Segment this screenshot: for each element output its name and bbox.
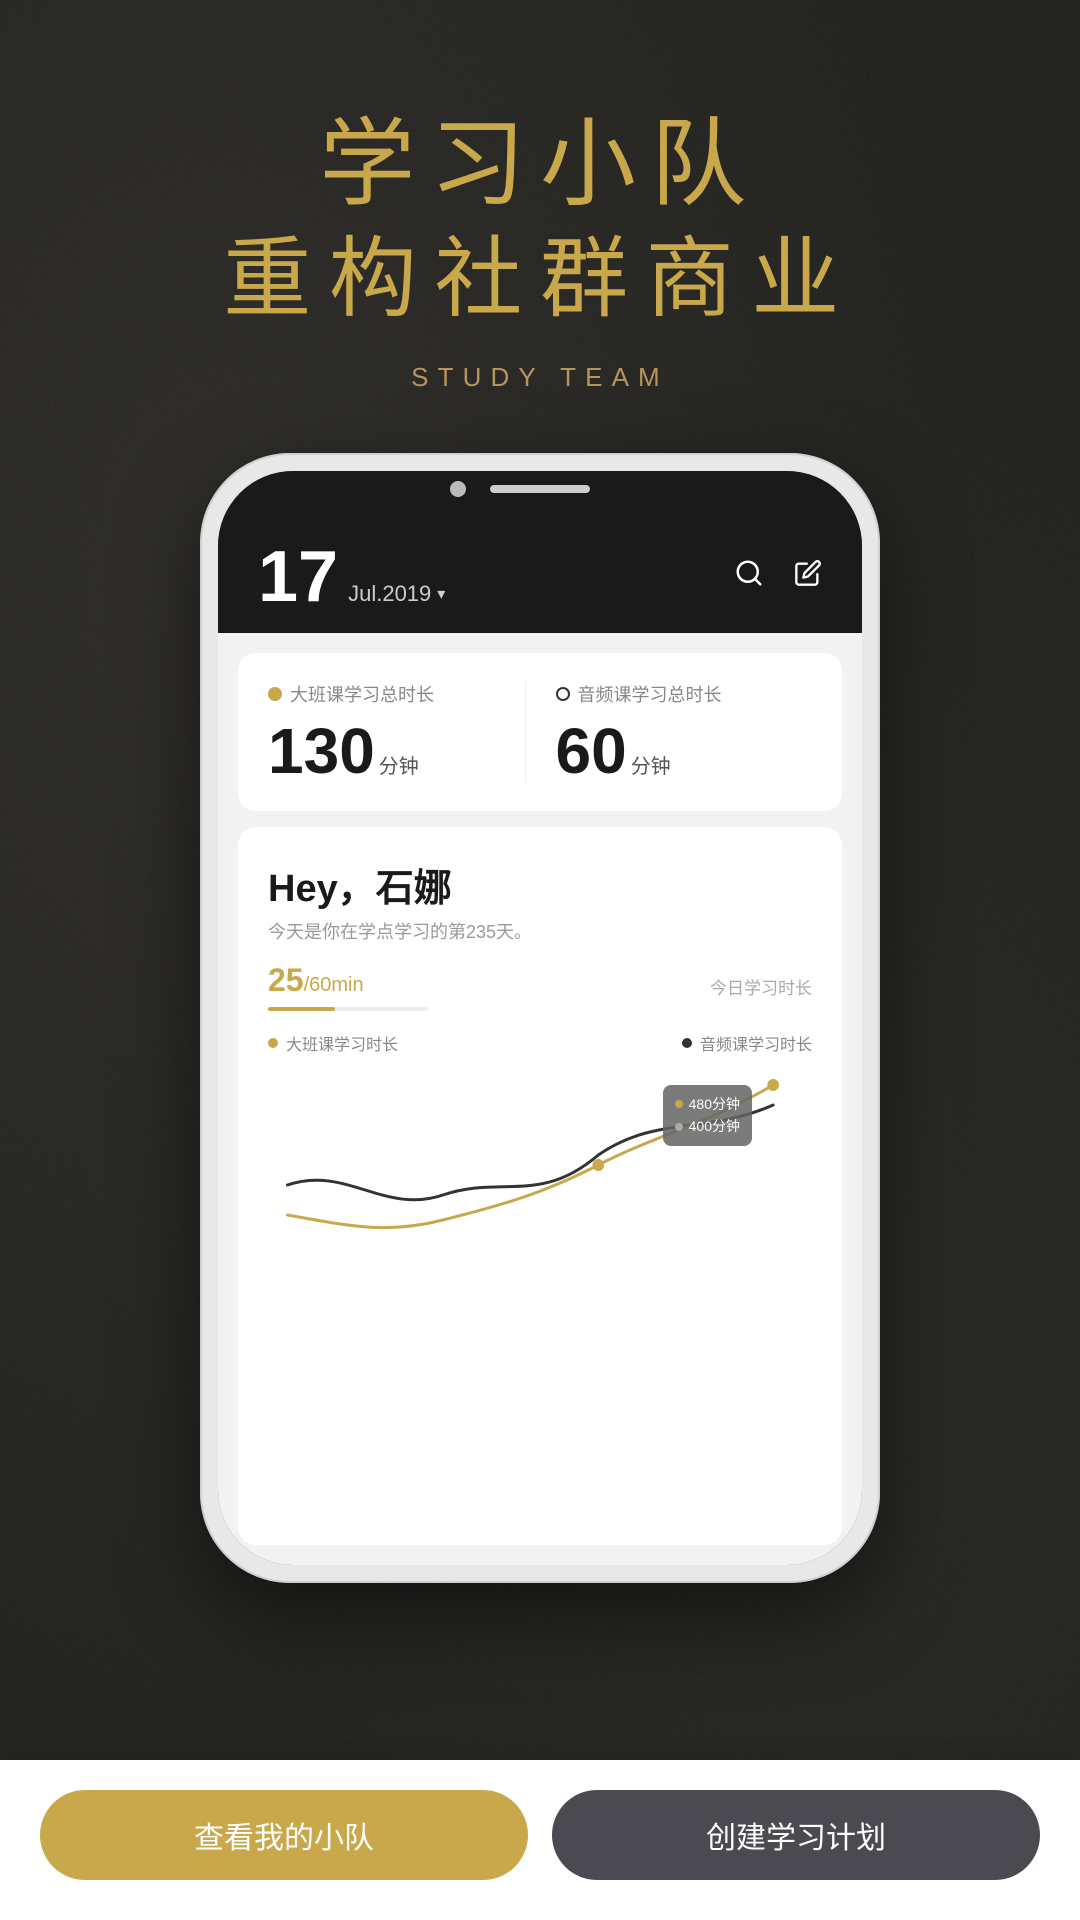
chart-tooltip: 480分钟 400分钟: [663, 1085, 752, 1146]
tooltip-dot-gray: [675, 1123, 683, 1131]
search-icon[interactable]: [734, 558, 764, 596]
progress-hint: 今日学习时长: [710, 974, 812, 999]
view-team-button[interactable]: 查看我的小队: [40, 1790, 528, 1880]
header-date: 17 Jul.2019 ▾: [258, 541, 445, 613]
stat-unit-audio: 分钟: [631, 750, 671, 779]
create-plan-button[interactable]: 创建学习计划: [552, 1790, 1040, 1880]
stat-number-audio: 60: [556, 719, 627, 783]
tooltip-line1: 480分钟: [675, 1093, 740, 1115]
progress-max: /60min: [304, 974, 364, 996]
progress-bar-fill: [268, 1007, 335, 1011]
stats-card: 大班课学习总时长 130 分钟 音频课学习总时长: [238, 653, 842, 811]
phone-inner: 17 Jul.2019 ▾: [218, 471, 862, 1565]
phone-outer-shell: 17 Jul.2019 ▾: [200, 453, 880, 1583]
chart-dot-dark: [682, 1038, 692, 1048]
chart-labels: 大班课学习时长 音频课学习时长: [268, 1031, 812, 1055]
progress-current: 25: [268, 962, 304, 998]
tooltip-line2: 400分钟: [675, 1115, 740, 1137]
stat-label-row-audio: 音频课学习总时长: [556, 681, 813, 707]
stat-unit-class: 分钟: [379, 750, 419, 779]
progress-section: 25/60min 今日学习时长: [268, 962, 812, 999]
greeting-sub: 今天是你在学点学习的第235天。: [268, 918, 812, 944]
bottom-bar: 查看我的小队 创建学习计划: [0, 1760, 1080, 1920]
stat-number-class: 130: [268, 719, 375, 783]
chart-area: 480分钟 400分钟: [268, 1065, 812, 1515]
stat-item-audio: 音频课学习总时长 60 分钟: [525, 681, 813, 783]
tooltip-dot-yellow: [675, 1100, 683, 1108]
title-line2: 重构社群商业: [223, 228, 857, 334]
progress-value-group: 25/60min: [268, 962, 364, 999]
phone-speaker: [490, 485, 590, 493]
stat-item-class: 大班课学习总时长 130 分钟: [268, 681, 525, 783]
title-line1: 学习小队: [223, 110, 857, 220]
header-icons: [734, 558, 822, 596]
stat-value-class: 130 分钟: [268, 719, 525, 783]
greeting-card: Hey，石娜 今天是你在学点学习的第235天。 25/60min 今日学习时长: [238, 827, 842, 1545]
app-screen: 17 Jul.2019 ▾: [218, 471, 862, 1565]
chart-label-audio: 音频课学习时长: [682, 1031, 812, 1055]
greeting-name: Hey，石娜: [268, 857, 812, 912]
app-content: 大班课学习总时长 130 分钟 音频课学习总时长: [218, 633, 862, 1565]
stat-label-audio: 音频课学习总时长: [578, 681, 722, 707]
stat-label-class: 大班课学习总时长: [290, 681, 434, 707]
subtitle-label: STUDY TEAM: [223, 362, 857, 393]
progress-bar-container: [268, 1007, 428, 1011]
app-header: 17 Jul.2019 ▾: [218, 471, 862, 633]
phone-mockup: 17 Jul.2019 ▾: [200, 453, 880, 1583]
dropdown-arrow-icon: ▾: [437, 584, 445, 604]
stat-label-row-class: 大班课学习总时长: [268, 681, 525, 707]
stat-value-audio: 60 分钟: [556, 719, 813, 783]
chart-dot-yellow: [268, 1038, 278, 1048]
chart-label-class: 大班课学习时长: [268, 1031, 398, 1055]
header-month-year: Jul.2019 ▾: [348, 581, 445, 607]
hero-section: 学习小队 重构社群商业 STUDY TEAM: [223, 110, 857, 393]
phone-camera: [450, 481, 466, 497]
header-day: 17: [258, 541, 338, 613]
stat-dot-dark: [556, 687, 570, 701]
edit-icon[interactable]: [794, 559, 822, 595]
stat-dot-yellow: [268, 687, 282, 701]
